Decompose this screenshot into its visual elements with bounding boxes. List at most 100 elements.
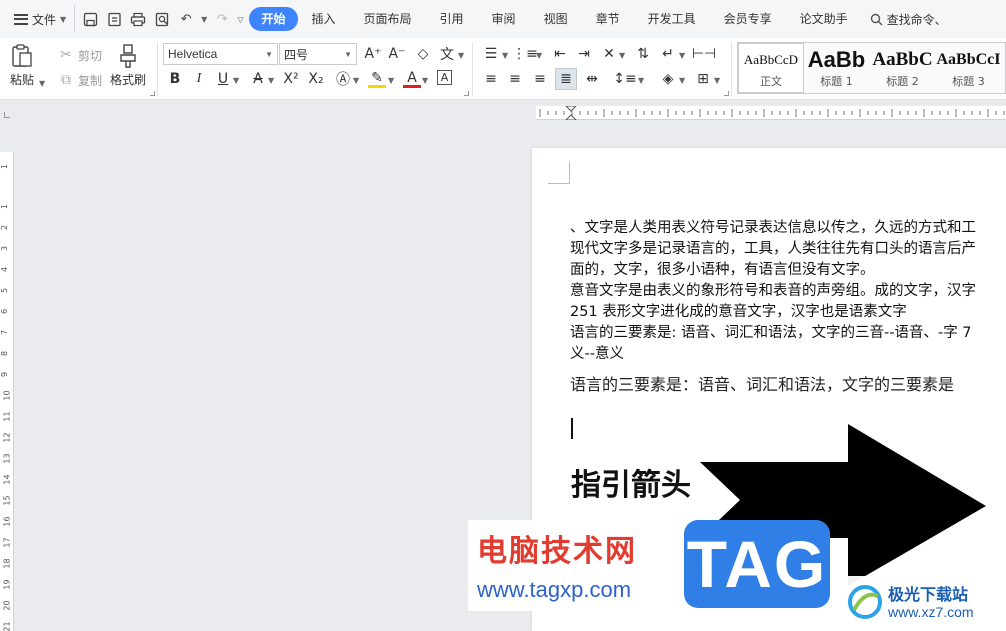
- line-spacing-dropdown-icon[interactable]: ▼: [638, 76, 644, 85]
- print-preview-icon[interactable]: [153, 10, 171, 28]
- font-color-dropdown-icon[interactable]: ▼: [422, 76, 428, 85]
- tab-stops-icon[interactable]: ⊢⊣: [692, 45, 716, 63]
- style-heading-1[interactable]: AaBb 标题 1: [804, 43, 870, 93]
- paste-dropdown-icon[interactable]: ▼: [39, 79, 45, 88]
- show-marks-dropdown-icon[interactable]: ▼: [679, 51, 685, 60]
- tab-view[interactable]: 视图: [530, 7, 582, 31]
- superscript-icon[interactable]: X²: [282, 70, 300, 88]
- phonetic-guide-icon[interactable]: 文: [438, 45, 456, 63]
- chinese-layout-icon[interactable]: ✕: [600, 45, 618, 63]
- highlight-dropdown-icon[interactable]: ▼: [388, 76, 394, 85]
- paragraph-line: 、文字是人类用表义符号记录表达信息以传之，久远的方式和工: [570, 220, 976, 236]
- justify-icon[interactable]: ≣: [555, 68, 577, 90]
- font-size-select[interactable]: 四号 ▼: [279, 43, 357, 65]
- bullet-list-dropdown-icon[interactable]: ▼: [502, 51, 508, 60]
- tab-member[interactable]: 会员专享: [710, 7, 786, 31]
- ruler-number: 8: [0, 350, 10, 357]
- quick-access-toolbar: ↶ ▼ ↷ ▽: [74, 5, 249, 33]
- ruler-number: 14: [2, 474, 12, 485]
- horizontal-ruler[interactable]: [536, 105, 1006, 121]
- bullet-list-icon[interactable]: ☰: [482, 45, 500, 63]
- underline-dropdown-icon[interactable]: ▼: [233, 76, 239, 85]
- italic-icon[interactable]: I: [190, 70, 208, 88]
- ruler-number: 12: [2, 432, 12, 443]
- tab-review[interactable]: 审阅: [478, 7, 530, 31]
- file-menu[interactable]: 文件 ▼: [0, 5, 74, 33]
- sort-icon[interactable]: ⇅: [634, 45, 652, 63]
- ruler-number: 4: [0, 266, 10, 273]
- document-body[interactable]: 、文字是人类用表义符号记录表达信息以传之，久远的方式和工 现代文字多是记录语言的…: [570, 218, 1006, 397]
- clear-formatting-icon[interactable]: ◇: [414, 45, 432, 63]
- separator: [731, 42, 732, 96]
- style-label: 标题 3: [952, 75, 985, 88]
- show-marks-icon[interactable]: ↵: [659, 45, 677, 63]
- vertical-ruler[interactable]: 1 2 3 4 5 6 7 8 9 10 11 12 13 14 15 16 17 18 19 20 21 1: [0, 152, 14, 631]
- style-heading-3[interactable]: AaBbCcI 标题 3: [936, 43, 1002, 93]
- shading-icon[interactable]: ◈: [659, 70, 677, 88]
- bold-icon[interactable]: B: [166, 70, 184, 88]
- shading-dropdown-icon[interactable]: ▼: [679, 76, 685, 85]
- paragraph-line: 语言的三要素是: 语音、词汇和语法，文字的三音--语音、-字 7: [570, 325, 972, 341]
- copy-button[interactable]: ⧉ 复制: [57, 71, 102, 89]
- style-preview: AaBbCcD: [743, 52, 799, 67]
- align-left-icon[interactable]: ≡: [482, 70, 500, 88]
- command-search[interactable]: 查找命令、: [862, 11, 947, 28]
- tab-thesis-assistant[interactable]: 论文助手: [786, 7, 862, 31]
- align-center-icon[interactable]: ≡: [506, 70, 524, 88]
- tab-home[interactable]: 开始: [249, 7, 298, 31]
- tab-chapter[interactable]: 章节: [582, 7, 634, 31]
- ruler-corner[interactable]: [4, 112, 10, 118]
- line-spacing-icon[interactable]: ↕≡: [613, 70, 636, 88]
- text-effect-icon[interactable]: Ⓐ: [334, 70, 352, 88]
- highlight-icon[interactable]: ✎: [368, 70, 386, 88]
- underline-icon[interactable]: U: [214, 70, 232, 88]
- print-icon[interactable]: [129, 10, 147, 28]
- increase-font-size-icon[interactable]: A⁺: [364, 45, 382, 63]
- save-icon[interactable]: [81, 10, 99, 28]
- phonetic-dropdown-icon[interactable]: ▼: [458, 51, 464, 60]
- borders-icon[interactable]: ⊞: [694, 70, 712, 88]
- strikethrough-icon[interactable]: A: [249, 70, 267, 88]
- font-color-icon[interactable]: A: [403, 70, 421, 88]
- increase-indent-icon[interactable]: ⇥: [575, 45, 593, 63]
- style-normal[interactable]: AaBbCcD 正文: [738, 43, 804, 93]
- redo-icon[interactable]: ↷: [213, 10, 231, 28]
- style-heading-2[interactable]: AaBbC 标题 2: [870, 43, 936, 93]
- style-preview: AaBbC: [872, 49, 933, 70]
- paragraph-dialog-launcher[interactable]: [724, 91, 729, 96]
- distributed-align-icon[interactable]: ⇹: [583, 70, 601, 88]
- export-pdf-icon[interactable]: [105, 10, 123, 28]
- paste-label: 粘贴: [10, 73, 35, 87]
- clipboard-dialog-launcher[interactable]: [150, 91, 155, 96]
- character-border-icon[interactable]: A: [437, 70, 452, 85]
- decrease-indent-icon[interactable]: ⇤: [551, 45, 569, 63]
- numbered-list-icon[interactable]: ⋮≡: [512, 45, 538, 63]
- undo-dropdown-icon[interactable]: ▼: [201, 15, 207, 24]
- text-effect-dropdown-icon[interactable]: ▼: [353, 76, 359, 85]
- paste-button[interactable]: 粘贴: [10, 43, 34, 88]
- chinese-layout-dropdown-icon[interactable]: ▼: [619, 51, 625, 60]
- customize-toolbar-icon[interactable]: ▽: [237, 15, 243, 24]
- ruler-number: 9: [0, 371, 10, 378]
- tab-insert[interactable]: 插入: [298, 7, 350, 31]
- subscript-icon[interactable]: X₂: [307, 70, 325, 88]
- font-dialog-launcher[interactable]: [464, 91, 469, 96]
- format-painter-button[interactable]: 格式刷: [110, 43, 146, 88]
- strikethrough-dropdown-icon[interactable]: ▼: [268, 76, 274, 85]
- tab-references[interactable]: 引用: [426, 7, 478, 31]
- font-name-value: Helvetica: [168, 47, 218, 61]
- cut-button[interactable]: ✂ 剪切: [57, 46, 102, 64]
- format-painter-icon: [120, 44, 136, 68]
- borders-dropdown-icon[interactable]: ▼: [714, 76, 720, 85]
- align-right-icon[interactable]: ≡: [531, 70, 549, 88]
- font-name-select[interactable]: Helvetica ▼: [163, 43, 278, 65]
- style-label: 正文: [760, 75, 782, 88]
- tab-developer[interactable]: 开发工具: [634, 7, 710, 31]
- ruler-number: 16: [2, 516, 12, 527]
- tab-page-layout[interactable]: 页面布局: [350, 7, 426, 31]
- numbered-list-dropdown-icon[interactable]: ▼: [536, 51, 542, 60]
- decrease-font-size-icon[interactable]: A⁻: [388, 45, 406, 63]
- ruler-number: 19: [2, 579, 12, 590]
- ruler-number: 3: [0, 245, 10, 252]
- undo-icon[interactable]: ↶: [177, 10, 195, 28]
